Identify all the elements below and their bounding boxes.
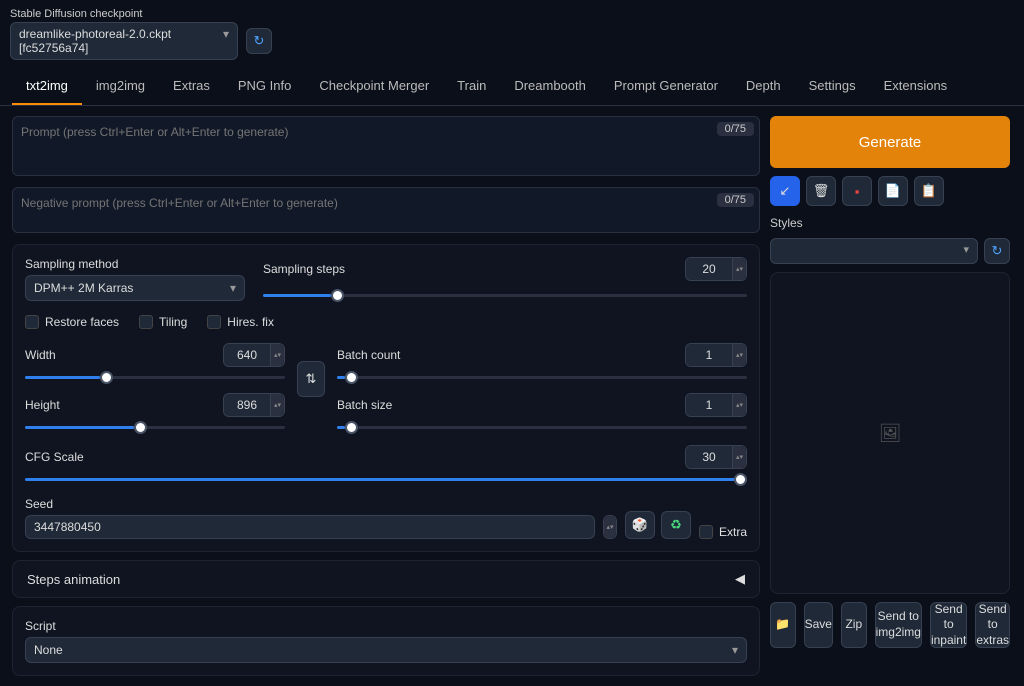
- script-select[interactable]: None: [25, 637, 747, 663]
- width-input[interactable]: 640▴▾: [223, 343, 285, 367]
- arrow-icon[interactable]: ↙: [770, 176, 800, 206]
- restore-faces-checkbox[interactable]: [25, 315, 39, 329]
- cfg-scale-slider[interactable]: [25, 471, 747, 487]
- sampling-steps-input[interactable]: 20▴▾: [685, 257, 747, 281]
- tab-depth[interactable]: Depth: [732, 68, 795, 105]
- height-input[interactable]: 896▴▾: [223, 393, 285, 417]
- save-button[interactable]: Save: [804, 602, 833, 648]
- prompt-input[interactable]: [12, 116, 760, 176]
- seed-input[interactable]: [25, 515, 595, 539]
- send-to-extras-button[interactable]: Send to extras: [975, 602, 1010, 648]
- tab-img2img[interactable]: img2img: [82, 68, 159, 105]
- sampling-method-label: Sampling method: [25, 257, 245, 271]
- cfg-scale-label: CFG Scale: [25, 450, 84, 464]
- random-seed-button[interactable]: 🎲: [625, 511, 655, 539]
- seed-extra-checkbox[interactable]: [699, 525, 713, 539]
- tab-checkpoint-merger[interactable]: Checkpoint Merger: [305, 68, 443, 105]
- swap-dimensions-button[interactable]: ⇅: [297, 361, 325, 397]
- tab-settings[interactable]: Settings: [795, 68, 870, 105]
- batch-count-input[interactable]: 1▴▾: [685, 343, 747, 367]
- tab-dreambooth[interactable]: Dreambooth: [500, 68, 600, 105]
- file-icon[interactable]: 📄: [878, 176, 908, 206]
- width-slider[interactable]: [25, 369, 285, 385]
- height-label: Height: [25, 398, 60, 412]
- tiling-checkbox[interactable]: [139, 315, 153, 329]
- zip-button[interactable]: Zip: [841, 602, 867, 648]
- negative-prompt-counter: 0/75: [717, 193, 754, 207]
- tab-txt2img[interactable]: txt2img: [12, 68, 82, 105]
- send-to-img2img-button[interactable]: Send to img2img: [875, 602, 922, 648]
- batch-size-slider[interactable]: [337, 419, 747, 435]
- image-placeholder-icon: 🖼: [879, 423, 902, 444]
- batch-size-input[interactable]: 1▴▾: [685, 393, 747, 417]
- styles-label: Styles: [770, 216, 1010, 230]
- styles-select[interactable]: [770, 238, 978, 264]
- tab-extras[interactable]: Extras: [159, 68, 224, 105]
- refresh-checkpoint-icon[interactable]: ↻: [246, 28, 272, 54]
- tab-pnginfo[interactable]: PNG Info: [224, 68, 305, 105]
- batch-size-label: Batch size: [337, 398, 392, 412]
- prompt-counter: 0/75: [717, 122, 754, 136]
- output-preview: 🖼: [770, 272, 1010, 594]
- sampling-steps-label: Sampling steps: [263, 262, 345, 276]
- batch-count-slider[interactable]: [337, 369, 747, 385]
- cfg-scale-input[interactable]: 30▴▾: [685, 445, 747, 469]
- height-slider[interactable]: [25, 419, 285, 435]
- tab-train[interactable]: Train: [443, 68, 500, 105]
- tab-prompt-generator[interactable]: Prompt Generator: [600, 68, 732, 105]
- topbar: Stable Diffusion checkpoint dreamlike-ph…: [0, 0, 1024, 68]
- batch-count-label: Batch count: [337, 348, 400, 362]
- seed-spinner[interactable]: ▴▾: [603, 515, 617, 539]
- seed-label: Seed: [25, 497, 747, 511]
- refresh-styles-icon[interactable]: ↻: [984, 238, 1010, 264]
- width-label: Width: [25, 348, 56, 362]
- tab-extensions[interactable]: Extensions: [870, 68, 962, 105]
- negative-prompt-input[interactable]: [12, 187, 760, 233]
- send-to-inpaint-button[interactable]: Send to inpaint: [930, 602, 967, 648]
- checkpoint-label: Stable Diffusion checkpoint: [10, 8, 272, 20]
- tabs: txt2img img2img Extras PNG Info Checkpoi…: [0, 68, 1024, 106]
- trash-icon[interactable]: 🗑: [806, 176, 836, 206]
- script-panel: Script None: [12, 606, 760, 676]
- reuse-seed-button[interactable]: ♻: [661, 511, 691, 539]
- stop-icon[interactable]: ▪: [842, 176, 872, 206]
- checkpoint-select[interactable]: dreamlike-photoreal-2.0.ckpt [fc52756a74…: [10, 22, 238, 60]
- params-panel: Sampling method DPM++ 2M Karras Sampling…: [12, 244, 760, 552]
- steps-animation-accordion[interactable]: Steps animation◀: [12, 560, 760, 598]
- generate-button[interactable]: Generate: [770, 116, 1010, 168]
- sampling-method-select[interactable]: DPM++ 2M Karras: [25, 275, 245, 301]
- open-folder-button[interactable]: 📁: [770, 602, 796, 648]
- clipboard-icon[interactable]: 📋: [914, 176, 944, 206]
- hires-fix-checkbox[interactable]: [207, 315, 221, 329]
